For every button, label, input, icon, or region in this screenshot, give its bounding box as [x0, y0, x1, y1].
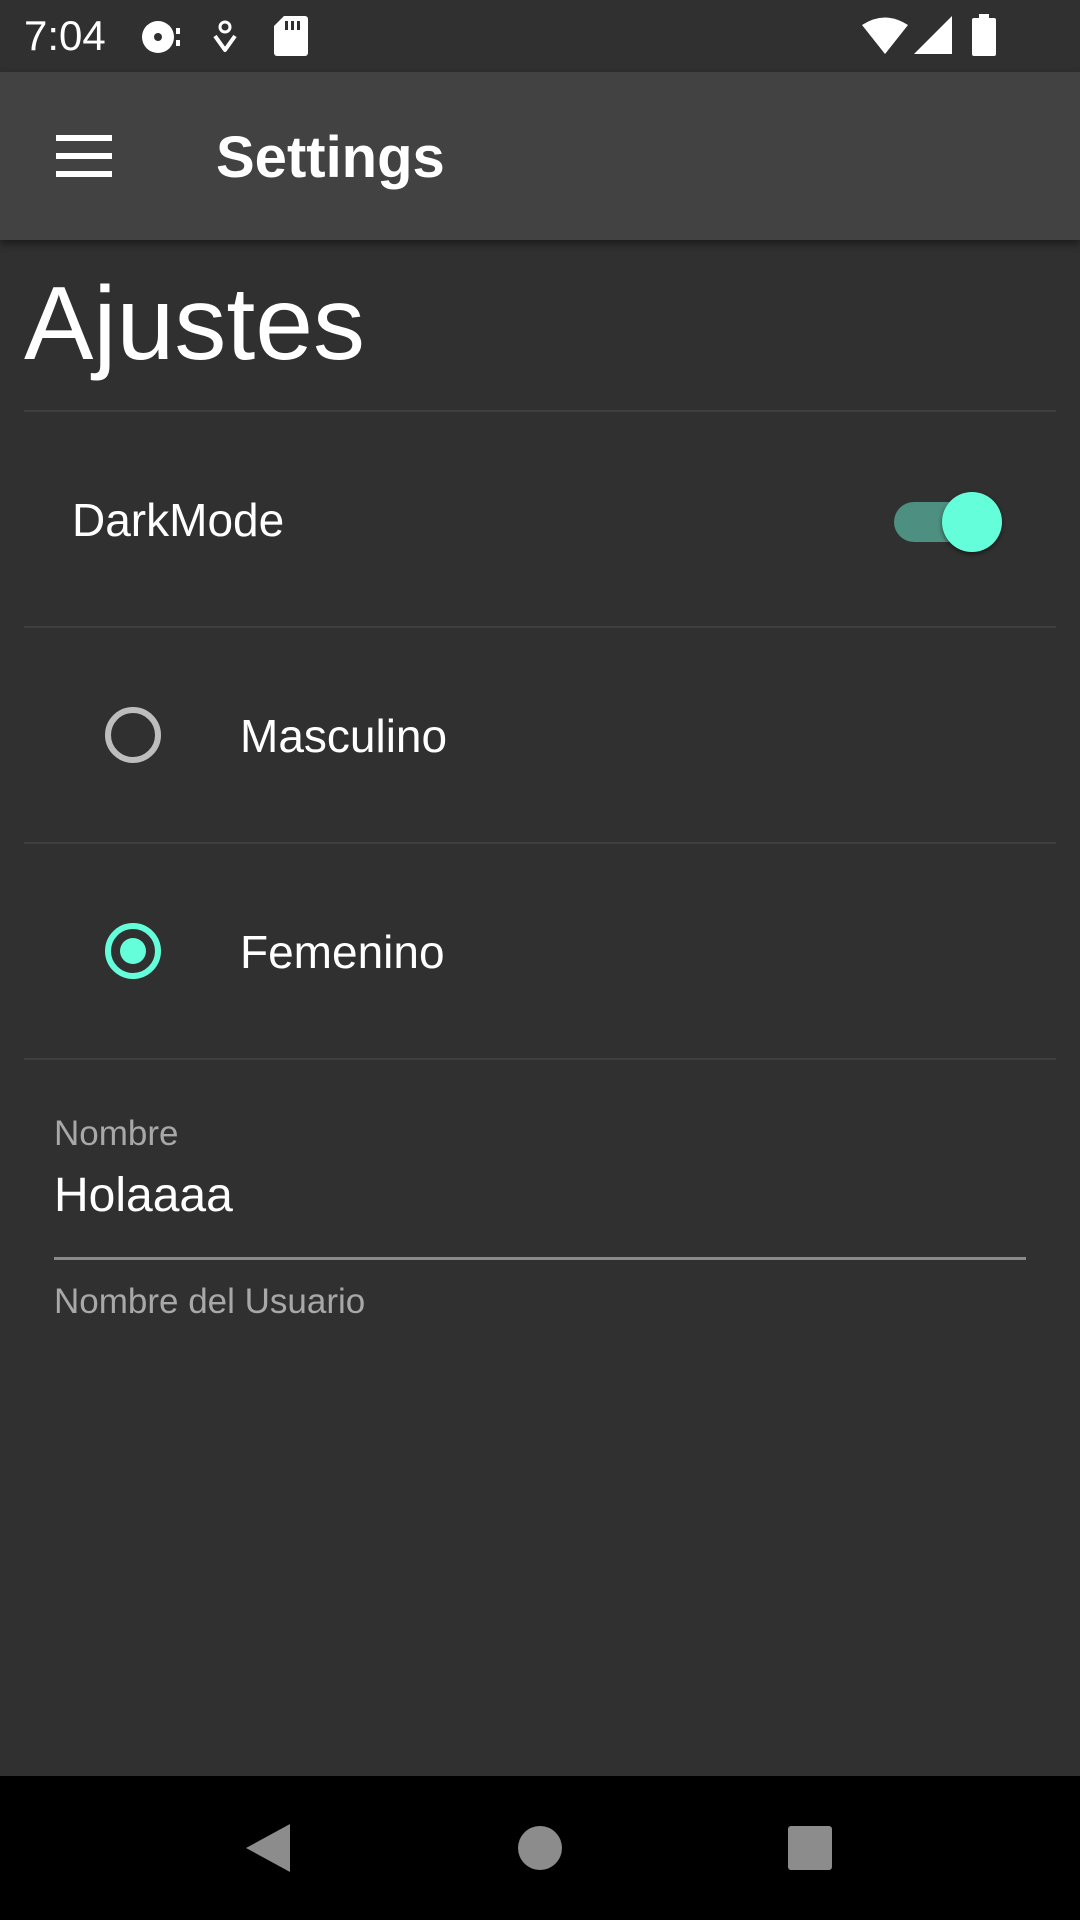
radio-selected-dot [120, 938, 146, 964]
media-icon [142, 21, 180, 53]
recents-icon[interactable] [762, 1800, 858, 1896]
app-bar: Settings [0, 72, 1080, 240]
switch-thumb [942, 492, 1002, 552]
radio-femenino[interactable] [105, 923, 161, 979]
name-input[interactable] [54, 1164, 1026, 1228]
navigation-bar [0, 1776, 1080, 1920]
wifi-icon [862, 17, 908, 54]
radio-row-masculino[interactable]: Masculino [24, 628, 1056, 842]
page-title: Ajustes [24, 266, 366, 382]
menu-icon[interactable] [56, 135, 112, 177]
location-icon [213, 20, 237, 52]
dark-mode-switch[interactable] [870, 492, 1006, 552]
divider [24, 1058, 1056, 1060]
back-icon[interactable] [220, 1800, 316, 1896]
app-title: Settings [216, 125, 445, 190]
name-field-underline [54, 1257, 1026, 1260]
radio-row-femenino[interactable]: Femenino [24, 844, 1056, 1058]
sd-card-icon [274, 16, 308, 56]
signal-icon [914, 16, 952, 54]
name-field-helper: Nombre del Usuario [54, 1282, 366, 1321]
radio-label-masculino: Masculino [240, 710, 448, 762]
home-icon[interactable] [492, 1800, 588, 1896]
dark-mode-label: DarkMode [72, 494, 285, 546]
name-field-label: Nombre [54, 1114, 179, 1153]
status-time: 7:04 [24, 12, 106, 59]
status-bar: 7:04 [0, 0, 1080, 72]
dark-mode-row[interactable]: DarkMode [24, 412, 1056, 626]
radio-masculino[interactable] [105, 707, 161, 763]
battery-icon [972, 14, 996, 56]
radio-label-femenino: Femenino [240, 926, 445, 978]
